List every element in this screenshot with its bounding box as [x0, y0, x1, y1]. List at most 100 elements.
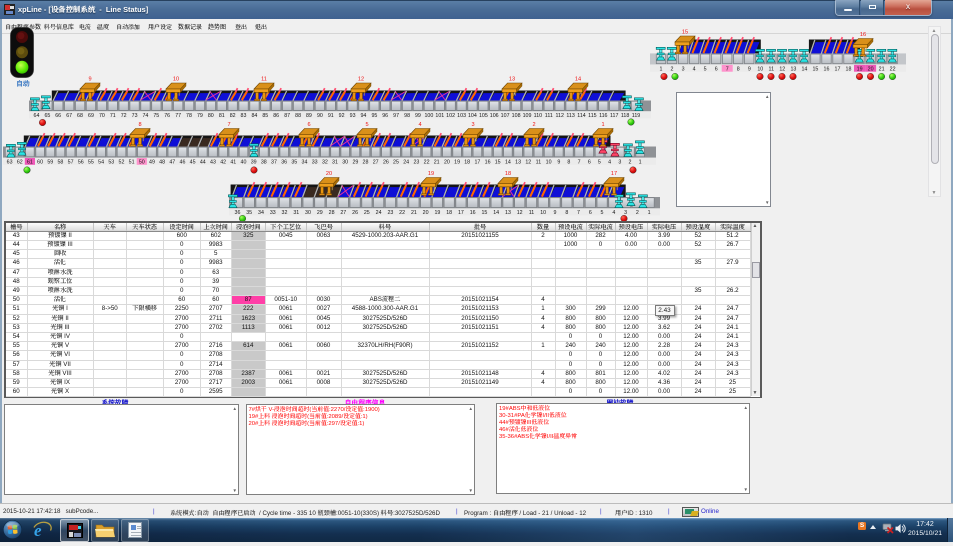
svg-text:91: 91: [328, 113, 334, 119]
svg-text:117: 117: [610, 113, 618, 119]
svg-text:29: 29: [317, 210, 323, 216]
svg-text:25: 25: [364, 210, 370, 216]
svg-text:5: 5: [704, 66, 707, 72]
svg-text:61: 61: [27, 160, 33, 166]
svg-text:35: 35: [291, 160, 297, 166]
svg-text:40: 40: [241, 160, 247, 166]
svg-text:69: 69: [88, 113, 94, 119]
svg-text:23: 23: [387, 210, 393, 216]
svg-text:106: 106: [490, 113, 499, 119]
svg-text:96: 96: [382, 113, 388, 119]
svg-text:16: 16: [485, 160, 491, 166]
svg-text:33: 33: [270, 210, 276, 216]
svg-text:109: 109: [523, 113, 532, 119]
svg-text:23: 23: [413, 160, 419, 166]
svg-text:72: 72: [121, 113, 127, 119]
svg-text:22: 22: [424, 160, 430, 166]
svg-text:115: 115: [588, 113, 596, 119]
svg-text:44: 44: [200, 160, 206, 166]
svg-text:15: 15: [495, 160, 501, 166]
svg-text:70: 70: [99, 113, 105, 119]
svg-text:32: 32: [322, 160, 328, 166]
svg-text:35: 35: [246, 210, 252, 216]
svg-text:8: 8: [737, 66, 740, 72]
svg-text:50: 50: [139, 160, 145, 166]
svg-text:60: 60: [37, 160, 43, 166]
svg-text:27: 27: [340, 210, 346, 216]
svg-text:28: 28: [363, 160, 369, 166]
svg-text:17: 17: [474, 160, 480, 166]
svg-text:86: 86: [273, 113, 279, 119]
svg-text:41: 41: [230, 160, 236, 166]
svg-text:36: 36: [235, 210, 241, 216]
svg-text:108: 108: [512, 113, 521, 119]
svg-text:19: 19: [454, 160, 460, 166]
svg-text:12: 12: [358, 76, 364, 82]
svg-text:104: 104: [468, 113, 477, 119]
svg-text:57: 57: [68, 160, 74, 166]
svg-text:34: 34: [302, 160, 308, 166]
svg-text:10: 10: [173, 76, 179, 82]
svg-text:84: 84: [251, 113, 257, 119]
svg-text:66: 66: [55, 113, 61, 119]
svg-text:8: 8: [565, 210, 568, 216]
svg-text:18: 18: [505, 171, 511, 177]
svg-text:75: 75: [153, 113, 159, 119]
svg-text:100: 100: [424, 113, 433, 119]
svg-text:30: 30: [342, 160, 348, 166]
svg-text:56: 56: [78, 160, 84, 166]
svg-text:71: 71: [110, 113, 116, 119]
svg-text:82: 82: [230, 113, 236, 119]
svg-text:43: 43: [210, 160, 216, 166]
svg-text:9: 9: [554, 210, 557, 216]
svg-text:59: 59: [47, 160, 53, 166]
svg-text:1: 1: [660, 66, 663, 72]
svg-text:19: 19: [857, 66, 863, 72]
svg-text:21: 21: [879, 66, 885, 72]
svg-text:4: 4: [693, 66, 696, 72]
svg-text:114: 114: [577, 113, 585, 119]
svg-text:73: 73: [132, 113, 138, 119]
svg-text:105: 105: [479, 113, 488, 119]
svg-text:51: 51: [129, 160, 135, 166]
svg-text:17: 17: [835, 66, 841, 72]
svg-text:29: 29: [352, 160, 358, 166]
svg-text:8: 8: [567, 160, 570, 166]
svg-text:14: 14: [505, 160, 511, 166]
svg-text:7: 7: [577, 210, 580, 216]
svg-text:113: 113: [566, 113, 574, 119]
svg-text:58: 58: [57, 160, 63, 166]
svg-text:8: 8: [138, 122, 141, 128]
svg-text:18: 18: [846, 66, 852, 72]
svg-text:38: 38: [261, 160, 267, 166]
svg-text:12: 12: [779, 66, 785, 72]
svg-text:5: 5: [598, 160, 601, 166]
svg-text:34: 34: [258, 210, 264, 216]
svg-text:18: 18: [446, 210, 452, 216]
svg-text:15: 15: [481, 210, 487, 216]
svg-text:4: 4: [608, 160, 611, 166]
svg-text:11: 11: [261, 76, 267, 82]
svg-text:13: 13: [509, 76, 515, 82]
svg-text:4: 4: [418, 122, 421, 128]
svg-text:19: 19: [434, 210, 440, 216]
svg-text:17: 17: [611, 171, 617, 177]
svg-text:63: 63: [7, 160, 13, 166]
svg-text:76: 76: [164, 113, 170, 119]
svg-text:6: 6: [715, 66, 718, 72]
svg-text:55: 55: [88, 160, 94, 166]
svg-text:46: 46: [180, 160, 186, 166]
svg-text:111: 111: [545, 113, 553, 119]
svg-text:13: 13: [505, 210, 511, 216]
svg-text:27: 27: [373, 160, 379, 166]
svg-text:21: 21: [411, 210, 417, 216]
svg-text:30: 30: [305, 210, 311, 216]
svg-text:92: 92: [339, 113, 345, 119]
svg-text:9: 9: [748, 66, 751, 72]
svg-text:5: 5: [365, 122, 368, 128]
svg-text:20: 20: [326, 171, 332, 177]
svg-text:67: 67: [66, 113, 72, 119]
svg-text:3: 3: [471, 122, 474, 128]
svg-text:16: 16: [824, 66, 830, 72]
svg-text:90: 90: [317, 113, 323, 119]
